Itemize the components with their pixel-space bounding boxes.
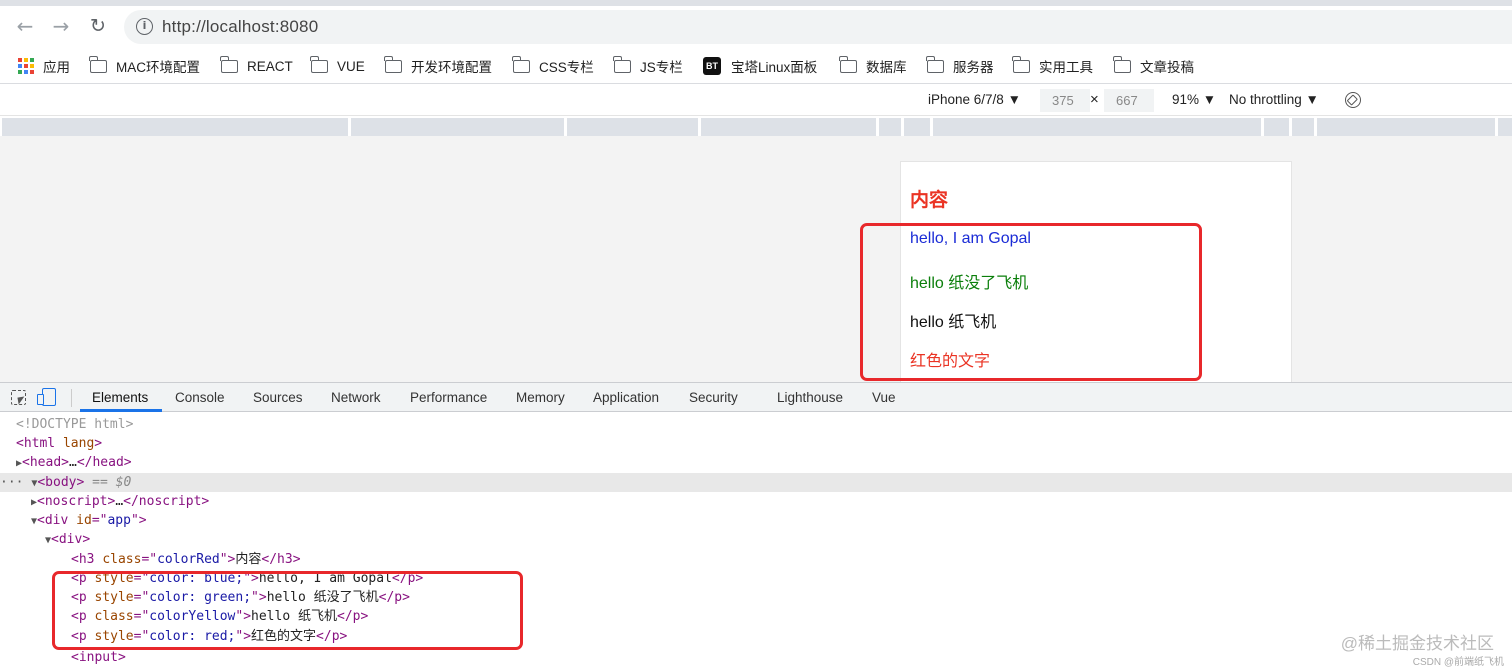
back-arrow-icon[interactable]: ← <box>14 15 36 37</box>
tab-performance[interactable]: Performance <box>410 390 487 405</box>
bookmark-folder[interactable]: 服务器 <box>926 55 994 75</box>
media-query-segment[interactable] <box>567 118 698 136</box>
bookmark-folder[interactable]: JS专栏 <box>613 55 683 75</box>
media-query-segment[interactable] <box>701 118 876 136</box>
tab-security[interactable]: Security <box>689 390 738 405</box>
omnibox[interactable]: i http://localhost:8080 <box>124 10 1512 44</box>
folder-icon <box>1012 55 1030 73</box>
tab-lighthouse[interactable]: Lighthouse <box>777 390 843 405</box>
throttling-select[interactable]: No throttling ▼ <box>1229 92 1319 107</box>
url-text[interactable]: http://localhost:8080 <box>162 17 318 37</box>
bookmark-bt-panel[interactable]: BT 宝塔Linux面板 <box>703 57 817 75</box>
folder-icon <box>220 55 238 73</box>
media-query-bar[interactable] <box>0 118 1512 136</box>
dimension-separator: × <box>1090 91 1099 108</box>
tree-node-noscript[interactable]: ▶<noscript>…</noscript> <box>31 492 209 511</box>
device-toggle-icon[interactable] <box>37 388 56 406</box>
tab-application[interactable]: Application <box>593 390 659 405</box>
bookmark-apps[interactable]: 应用 <box>18 57 70 75</box>
bookmarks-bar: 应用 MAC环境配置 REACT VUE 开发环境配置 CSS专栏 JS专栏 B… <box>0 48 1512 84</box>
tree-node-doctype[interactable]: <!DOCTYPE html> <box>16 415 133 434</box>
folder-icon <box>1113 55 1131 73</box>
rotate-icon[interactable] <box>1341 88 1365 112</box>
inspect-element-icon[interactable] <box>11 390 26 405</box>
highlight-box-code <box>52 571 523 650</box>
reload-icon[interactable]: ↻ <box>87 15 109 37</box>
media-query-segment[interactable] <box>904 118 930 136</box>
media-query-segment[interactable] <box>1498 118 1512 136</box>
zoom-select[interactable]: 91% ▼ <box>1172 92 1216 107</box>
media-query-segment[interactable] <box>2 118 348 136</box>
tree-node-head[interactable]: ▶<head>…</head> <box>16 453 132 472</box>
bookmark-folder[interactable]: 文章投稿 <box>1113 55 1194 75</box>
media-query-segment[interactable] <box>879 118 901 136</box>
folder-icon <box>384 55 402 73</box>
media-query-segment[interactable] <box>933 118 1261 136</box>
bookmark-folder[interactable]: 数据库 <box>839 55 907 75</box>
bookmark-folder[interactable]: REACT <box>220 55 293 75</box>
bookmark-folder[interactable]: CSS专栏 <box>512 55 594 75</box>
apps-grid-icon <box>18 58 34 74</box>
folder-icon <box>613 55 631 73</box>
watermark: @稀土掘金技术社区 <box>1340 634 1494 653</box>
tree-node-h3[interactable]: <h3 class="colorRed">内容</h3> <box>71 550 301 569</box>
forward-arrow-icon[interactable]: → <box>50 15 72 37</box>
tab-network[interactable]: Network <box>331 390 381 405</box>
bookmark-folder[interactable]: MAC环境配置 <box>89 55 200 75</box>
width-input[interactable]: 375 <box>1040 89 1090 112</box>
devtools-tabbar: Elements Console Sources Network Perform… <box>0 382 1512 412</box>
bookmark-folder[interactable]: 开发环境配置 <box>384 55 492 75</box>
site-info-icon[interactable]: i <box>136 18 153 35</box>
credit-text: CSDN @前端纸飞机 <box>1412 657 1504 668</box>
folder-icon <box>310 55 328 73</box>
tree-node-div[interactable]: ▼<div> <box>45 530 90 549</box>
device-toolbar: iPhone 6/7/8 ▼ 375 × 667 91% ▼ No thrott… <box>0 85 1512 116</box>
tab-memory[interactable]: Memory <box>516 390 565 405</box>
folder-icon <box>926 55 944 73</box>
tab-console[interactable]: Console <box>175 390 225 405</box>
height-input[interactable]: 667 <box>1104 89 1154 112</box>
device-select[interactable]: iPhone 6/7/8 ▼ <box>928 92 1021 107</box>
media-query-segment[interactable] <box>351 118 564 136</box>
media-query-segment[interactable] <box>1292 118 1314 136</box>
toolbar-divider <box>71 389 72 407</box>
address-bar-row: ← → ↻ i http://localhost:8080 <box>0 6 1512 48</box>
media-query-segment[interactable] <box>1264 118 1289 136</box>
bt-icon: BT <box>703 57 721 75</box>
folder-icon <box>512 55 530 73</box>
emulated-viewport: 内容 hello, I am Gopal hello 纸没了飞机 hello 纸… <box>0 136 1512 382</box>
bookmark-folder[interactable]: 实用工具 <box>1012 55 1093 75</box>
media-query-segment[interactable] <box>1317 118 1495 136</box>
highlight-box-page <box>860 223 1202 381</box>
tree-node-body-selected[interactable]: ··· ▼<body> == $0 <box>0 473 1512 492</box>
folder-icon <box>89 55 107 73</box>
tree-node-html[interactable]: <html lang> <box>16 434 102 453</box>
folder-icon <box>839 55 857 73</box>
tab-sources[interactable]: Sources <box>253 390 303 405</box>
tab-vue[interactable]: Vue <box>872 390 896 405</box>
tree-node-input[interactable]: <input> <box>71 648 126 667</box>
tab-elements[interactable]: Elements <box>92 390 148 405</box>
page-heading: 内容 <box>910 190 949 211</box>
tree-node-div-app[interactable]: ▼<div id="app"> <box>31 511 147 530</box>
bookmark-folder[interactable]: VUE <box>310 55 365 75</box>
